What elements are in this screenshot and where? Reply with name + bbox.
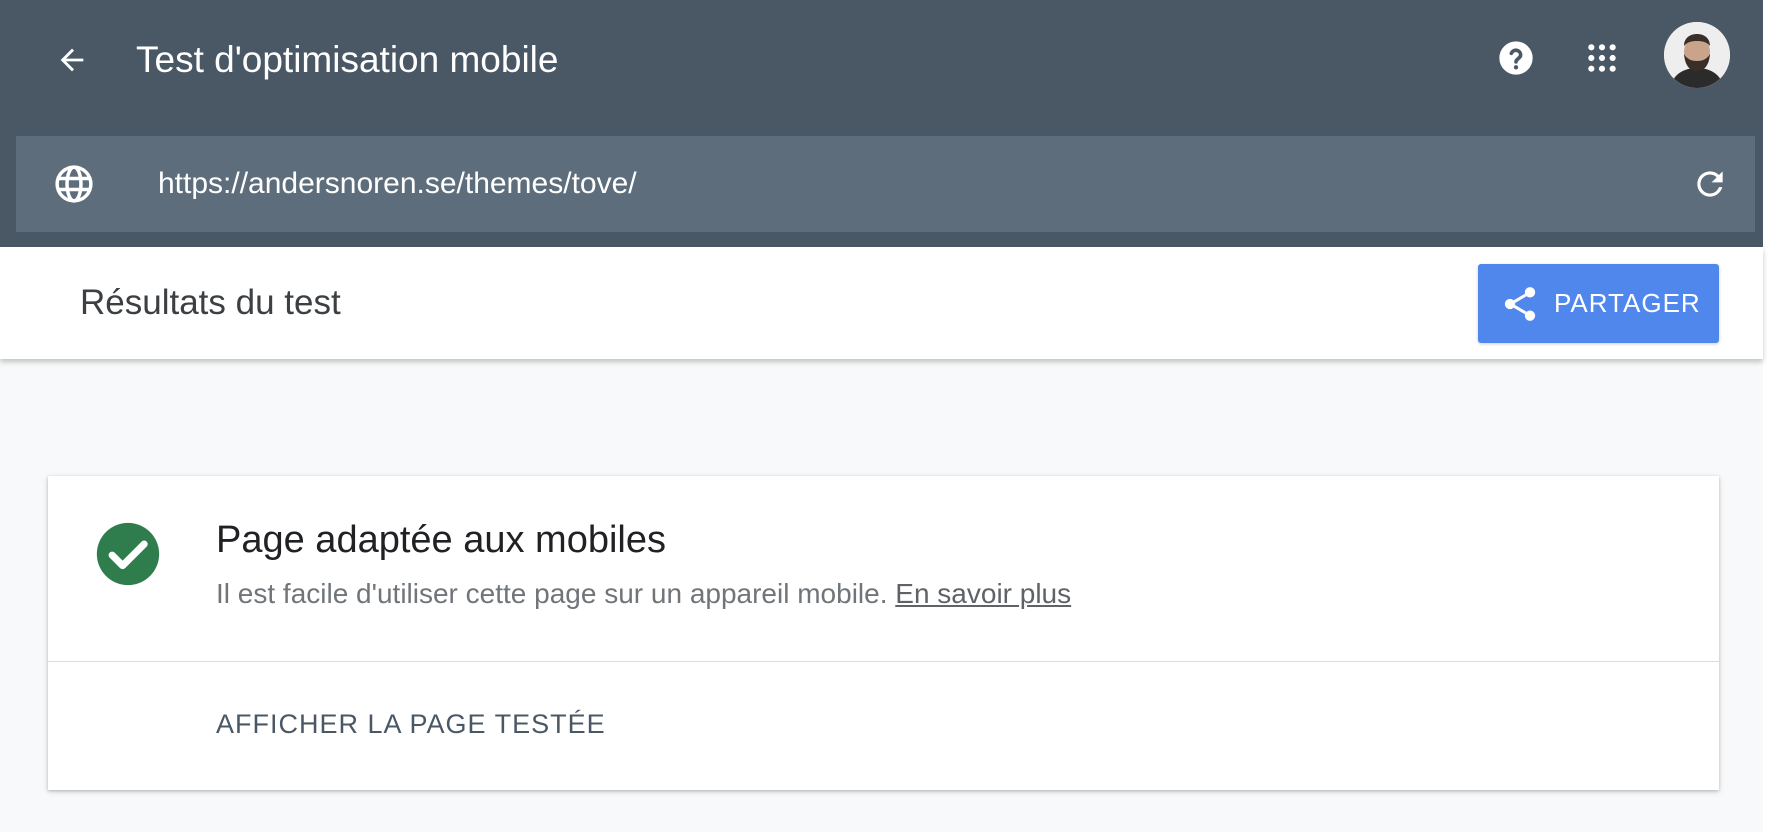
user-avatar[interactable] — [1664, 22, 1730, 88]
verdict-description: Il est facile d'utiliser cette page sur … — [216, 574, 1071, 614]
help-circle-icon — [1499, 41, 1533, 75]
arrow-left-icon — [60, 48, 84, 72]
result-card: Page adaptée aux mobiles Il est facile d… — [48, 476, 1719, 790]
app-title: Test d'optimisation mobile — [136, 39, 559, 80]
share-label: PARTAGER — [1554, 288, 1701, 318]
app-header: Test d'optimisation mobile — [0, 0, 1763, 247]
globe-icon — [55, 165, 93, 203]
card-divider — [48, 661, 1719, 662]
url-bar — [16, 136, 1755, 232]
verdict-description-text: Il est facile d'utiliser cette page sur … — [216, 578, 888, 609]
view-tested-page-button[interactable]: AFFICHER LA PAGE TESTÉE — [216, 702, 606, 746]
help-button[interactable] — [1488, 30, 1544, 86]
results-title: Résultats du test — [80, 283, 341, 322]
grid-apps-icon — [1588, 44, 1616, 72]
apps-button[interactable] — [1574, 30, 1630, 86]
window-edge — [1763, 0, 1770, 832]
share-icon — [1500, 284, 1540, 324]
url-input[interactable] — [158, 154, 1638, 214]
refresh-icon — [1697, 171, 1723, 197]
check-circle-icon — [96, 522, 160, 586]
refresh-button[interactable] — [1684, 158, 1736, 210]
results-bar: Résultats du test PARTAGER — [0, 247, 1763, 359]
back-button[interactable] — [46, 34, 98, 86]
avatar-image — [1664, 22, 1730, 88]
share-button[interactable]: PARTAGER — [1478, 264, 1719, 343]
verdict-title: Page adaptée aux mobiles — [216, 519, 666, 561]
learn-more-link[interactable]: En savoir plus — [895, 578, 1071, 609]
